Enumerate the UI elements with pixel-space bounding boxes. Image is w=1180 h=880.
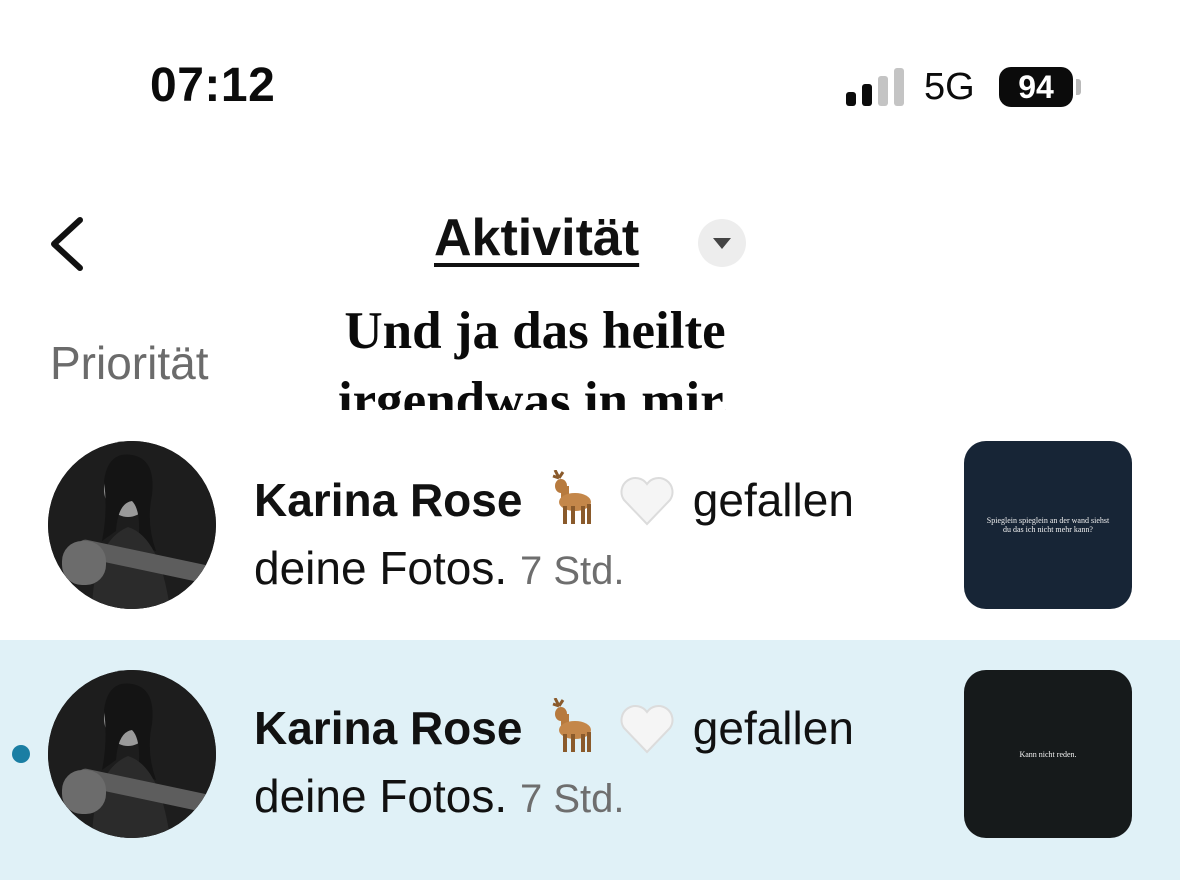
thumbnail-caption: Spieglein spieglein an der wand siehst d…: [986, 516, 1110, 534]
section-label-priority: Priorität: [50, 337, 209, 389]
caret-down-icon: [713, 238, 731, 249]
battery-level: 94: [1018, 68, 1054, 105]
avatar[interactable]: [48, 670, 216, 838]
unread-dot-icon: [12, 745, 30, 763]
deer-icon: [539, 697, 597, 767]
username[interactable]: Karina Rose: [254, 474, 522, 526]
network-type: 5G: [924, 66, 975, 108]
post-thumbnail[interactable]: Kann nicht reden.: [964, 670, 1132, 838]
page-title[interactable]: Aktivität: [434, 208, 639, 268]
notification-row[interactable]: Karina Rose gefallen deine Fotos. 7 Std.…: [0, 410, 1180, 642]
avatar[interactable]: [48, 441, 216, 609]
white-heart-icon: [618, 474, 676, 539]
overlay-caption-line: Und ja das heilte: [344, 302, 726, 360]
timestamp: 7 Std.: [519, 777, 625, 821]
battery-cap: [1076, 79, 1081, 95]
username[interactable]: Karina Rose: [254, 702, 522, 754]
post-thumbnail[interactable]: Spieglein spieglein an der wand siehst d…: [964, 441, 1132, 609]
battery-icon: 94: [999, 67, 1073, 107]
chevron-left-icon: [51, 217, 83, 271]
deer-icon: [539, 469, 597, 539]
thumbnail-caption: Kann nicht reden.: [1019, 749, 1077, 759]
title-dropdown-button[interactable]: [698, 219, 746, 267]
white-heart-icon: [618, 702, 676, 767]
status-time: 07:12: [150, 59, 276, 112]
back-button[interactable]: [44, 212, 94, 276]
activity-screen: 07:12 5G 94 Aktivität Priorität Und ja d…: [0, 0, 1180, 880]
notification-text: Karina Rose gefallen deine Fotos. 7 Std.: [254, 469, 934, 600]
notification-text: Karina Rose gefallen deine Fotos. 7 Std.: [254, 697, 934, 828]
signal-strength-icon: [846, 68, 906, 106]
notification-row-unread[interactable]: Karina Rose gefallen deine Fotos. 7 Std.…: [0, 640, 1180, 880]
timestamp: 7 Std.: [519, 549, 625, 593]
